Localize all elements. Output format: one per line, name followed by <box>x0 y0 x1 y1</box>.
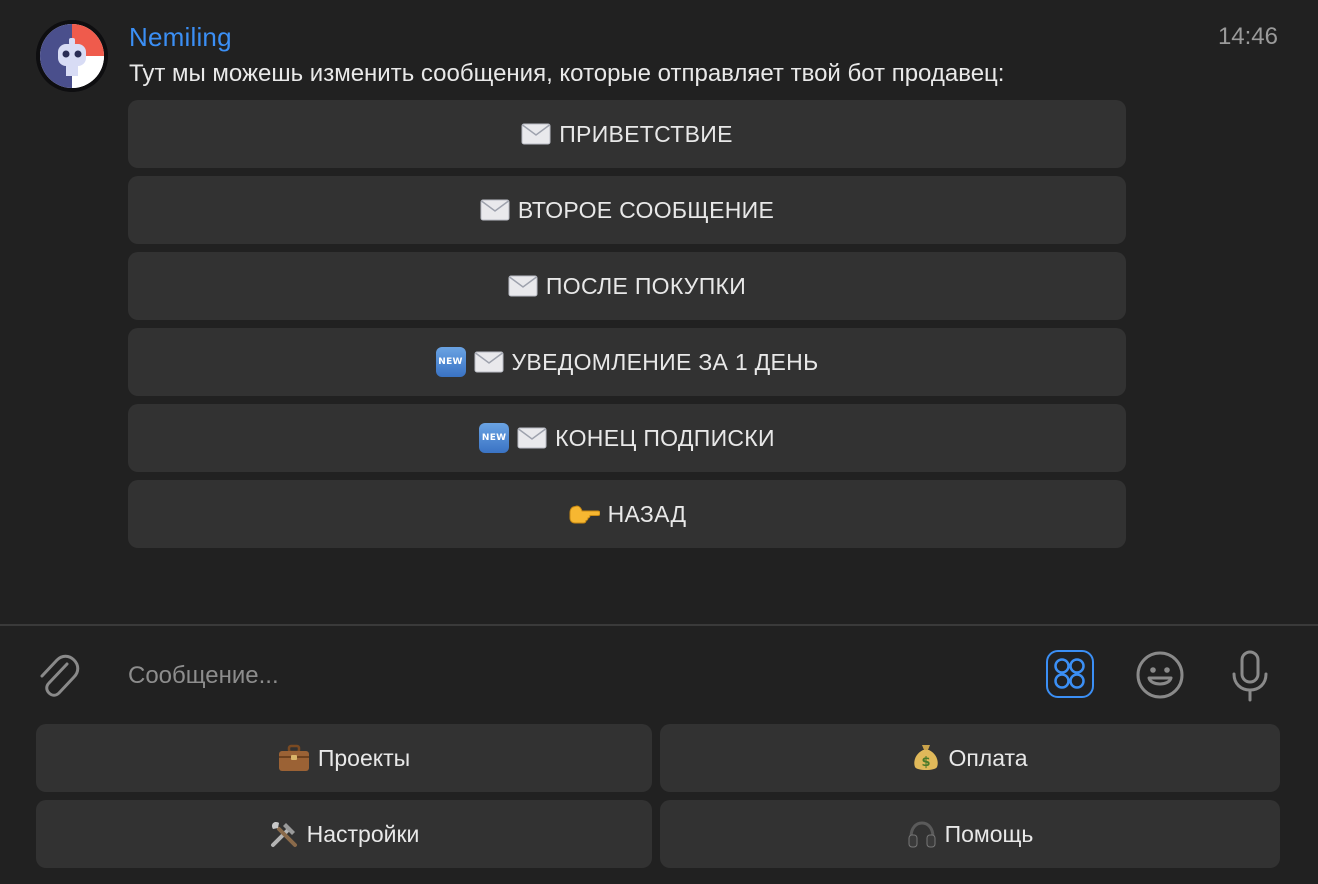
microphone-icon[interactable] <box>1228 648 1272 704</box>
inline-button-label: ПОСЛЕ ПОКУПКИ <box>545 272 747 299</box>
inline-button-label: ВТОРОЕ СООБЩЕНИЕ <box>517 196 775 223</box>
new-badge-icon: NEW <box>479 423 510 453</box>
tools-icon <box>269 819 299 849</box>
svg-text:$: $ <box>922 755 931 770</box>
inline-button-label: КОНЕЦ ПОДПИСКИ <box>555 424 775 451</box>
attach-paperclip-icon[interactable] <box>34 650 80 700</box>
headphones-icon <box>907 819 937 849</box>
chat-area: Nemiling 14:46 Тут мы можешь изменить со… <box>0 0 1318 624</box>
pointing-hand-icon <box>568 502 600 526</box>
inline-button-label: НАЗАД <box>607 500 687 527</box>
reply-button-label: Помощь <box>944 820 1034 847</box>
bot-avatar[interactable] <box>36 20 108 92</box>
inline-button-label: ПРИВЕТСТВИЕ <box>559 120 733 147</box>
envelope-icon <box>521 123 551 145</box>
reply-keyboard-row: Проекты $ Оплата <box>36 724 1280 792</box>
envelope-icon <box>480 199 510 221</box>
message-composer <box>0 626 1318 722</box>
message-input[interactable] <box>128 656 1008 696</box>
inline-button-second-message[interactable]: ВТОРОЕ СООБЩЕНИЕ <box>128 176 1126 244</box>
message-text: Тут мы можешь изменить сообщения, которы… <box>129 60 1005 87</box>
bot-keyboard-toggle-icon[interactable] <box>1046 650 1094 698</box>
emoji-smiley-icon[interactable] <box>1135 650 1185 700</box>
envelope-icon <box>508 275 538 297</box>
reply-button-settings[interactable]: Настройки <box>36 800 652 868</box>
inline-button-label: УВЕДОМЛЕНИЕ ЗА 1 ДЕНЬ <box>511 348 819 375</box>
reply-keyboard: Проекты $ Оплата Настройки Помощь <box>36 724 1280 876</box>
inline-button-subscription-end[interactable]: NEW КОНЕЦ ПОДПИСКИ <box>128 404 1126 472</box>
new-badge-icon: NEW <box>435 347 466 377</box>
sender-name[interactable]: Nemiling <box>129 22 232 53</box>
reply-button-payment[interactable]: $ Оплата <box>660 724 1280 792</box>
envelope-icon <box>474 351 504 373</box>
inline-button-after-purchase[interactable]: ПОСЛЕ ПОКУПКИ <box>128 252 1126 320</box>
briefcase-icon <box>278 744 310 772</box>
inline-button-back[interactable]: НАЗАД <box>128 480 1126 548</box>
message-time: 14:46 <box>1217 23 1278 50</box>
envelope-icon <box>517 427 547 449</box>
money-bag-icon: $ <box>912 743 940 773</box>
inline-button-greeting[interactable]: ПРИВЕТСТВИЕ <box>128 100 1126 168</box>
robot-avatar-icon <box>36 20 108 92</box>
reply-button-label: Настройки <box>306 820 420 847</box>
inline-button-notification-1-day[interactable]: NEW УВЕДОМЛЕНИЕ ЗА 1 ДЕНЬ <box>128 328 1126 396</box>
reply-button-label: Оплата <box>948 744 1028 771</box>
inline-keyboard: ПРИВЕТСТВИЕ ВТОРОЕ СООБЩЕНИЕ ПОСЛЕ ПОКУП… <box>128 100 1126 556</box>
reply-button-label: Проекты <box>317 744 411 771</box>
reply-button-projects[interactable]: Проекты <box>36 724 652 792</box>
reply-button-help[interactable]: Помощь <box>660 800 1280 868</box>
reply-keyboard-row: Настройки Помощь <box>36 800 1280 868</box>
